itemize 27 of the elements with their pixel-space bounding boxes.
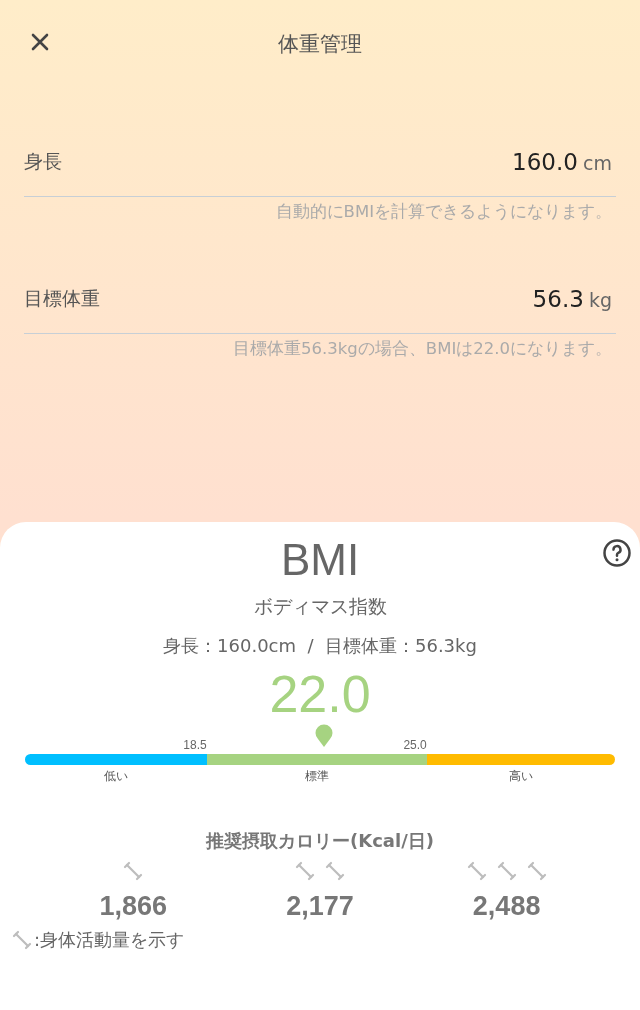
range-label: 標準 — [303, 768, 330, 785]
calorie-value: 2,488 — [472, 891, 541, 922]
help-icon[interactable] — [602, 538, 632, 568]
bmi-title: BMI — [280, 534, 360, 586]
range-label: 高い — [507, 768, 534, 785]
dumbbell-icon — [295, 861, 315, 881]
input-field[interactable]: 身長 160.0 cm — [24, 128, 616, 197]
dumbbell-icon — [12, 930, 32, 950]
calorie-title: 推奨摂取カロリー(Kcal/日) — [206, 829, 434, 853]
input-field[interactable]: 目標体重 56.3 kg — [24, 265, 616, 334]
dumbbell-icon — [526, 861, 547, 881]
hint-text: 自動的にBMIを計算できるようになります。 — [274, 201, 612, 223]
calorie-value: 1,866 — [99, 891, 168, 922]
range-label: 低い — [102, 768, 129, 785]
bmi-value: 22.0 — [269, 664, 371, 724]
hint-text: 目標体重56.3kgの場合、BMIは22.0になります。 — [232, 338, 612, 360]
dumbbell-icon — [325, 861, 345, 881]
screen-title: 体重管理 — [278, 31, 362, 58]
dumbbell-icon — [123, 861, 144, 881]
legend-text: :身体活動量を示す — [34, 928, 185, 952]
bmi-subtitle: ボディマス指数 — [253, 594, 387, 619]
calorie-value: 2,177 — [286, 891, 354, 922]
threshold-label: 18.5 — [183, 738, 207, 752]
threshold-label: 25.0 — [403, 738, 427, 752]
dumbbell-icon — [466, 861, 487, 881]
bmi-summary: 身長：160.0cm / 目標体重：56.3kg — [163, 634, 477, 658]
dumbbell-icon — [496, 861, 517, 881]
